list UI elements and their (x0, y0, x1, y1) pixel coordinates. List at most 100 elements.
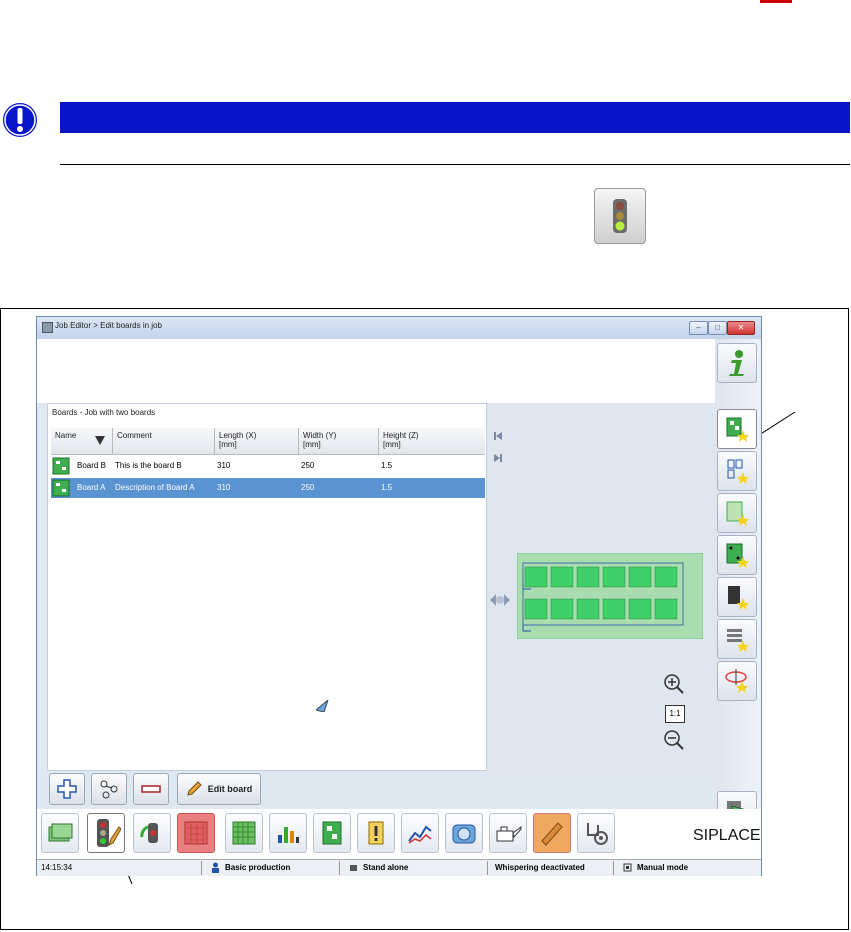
title-bar: Job Editor > Edit boards in job – □ ✕ (37, 317, 761, 339)
splitter-handle-icon[interactable] (489, 589, 511, 611)
app-icon (42, 322, 53, 333)
money-stack-button[interactable] (41, 813, 79, 853)
manual-icon (623, 863, 632, 872)
maximize-button[interactable]: □ (708, 321, 727, 335)
settings-button[interactable] (577, 813, 615, 853)
zoom-in-icon[interactable] (663, 673, 685, 695)
tool-icon (541, 822, 563, 846)
board-star-icon (726, 417, 749, 442)
status-divider (487, 861, 488, 875)
plus-icon (57, 779, 77, 799)
sort-down-icon (95, 436, 105, 445)
board-outline-button[interactable] (717, 493, 757, 533)
alarm-button[interactable] (357, 813, 395, 853)
user-icon (212, 862, 219, 873)
minus-icon (141, 785, 161, 793)
panel-preview-graphic (517, 553, 703, 639)
pencil-icon (187, 781, 202, 796)
divider-rule (60, 164, 850, 165)
oil-can-button[interactable] (489, 813, 527, 853)
link-boards-button[interactable] (91, 773, 127, 805)
board-outline-icon (726, 501, 749, 526)
rotation-button[interactable] (717, 661, 757, 701)
first-icon[interactable] (493, 431, 503, 441)
panel-layout-button[interactable] (717, 451, 757, 491)
cell-length: 310 (217, 461, 231, 470)
camera-icon (452, 824, 476, 844)
fiducial-button[interactable] (717, 535, 757, 575)
panel-layout-icon (727, 459, 749, 484)
cell-height: 1.5 (381, 461, 393, 470)
machine-icon (350, 865, 357, 871)
status-divider (201, 861, 202, 875)
status-divider (339, 861, 340, 875)
info-icon (729, 350, 744, 376)
edit-board-button[interactable]: Edit board (177, 773, 261, 805)
placement-list-button[interactable] (717, 619, 757, 659)
grid-button[interactable] (225, 813, 263, 853)
column-width-header[interactable]: Width (Y) [mm] (299, 428, 379, 454)
zoom-out-icon[interactable] (663, 729, 685, 751)
camera-button[interactable] (445, 813, 483, 853)
board-button[interactable] (313, 813, 351, 853)
info-button[interactable] (717, 343, 757, 383)
money-icon (48, 823, 73, 842)
status-manual-mode: Manual mode (637, 863, 689, 872)
status-whispering: Whispering deactivated (495, 863, 585, 872)
grid-icon (232, 821, 256, 845)
notice-bar (60, 102, 850, 133)
refresh-button[interactable] (133, 813, 171, 853)
pcb-view-button[interactable] (177, 813, 215, 853)
status-time: 14:15:34 (41, 863, 73, 872)
add-board-button[interactable] (49, 773, 85, 805)
alarm-icon (368, 821, 384, 845)
board-icon (322, 821, 342, 845)
close-button[interactable]: ✕ (727, 321, 755, 335)
table-row[interactable]: Board A Description of Board A 310 250 1… (51, 478, 485, 498)
traffic-light-edit-icon (97, 819, 121, 847)
job-editor-button[interactable] (87, 813, 125, 853)
column-name-header[interactable]: Name (51, 428, 113, 454)
last-icon[interactable] (493, 453, 503, 463)
cell-height: 1.5 (381, 483, 393, 492)
hand-gear-icon (587, 823, 608, 845)
cell-width: 250 (301, 461, 315, 470)
board-icon (52, 457, 70, 475)
nodes-icon (100, 780, 118, 799)
brand-logo: SIPLACE (693, 827, 761, 844)
cell-width: 250 (301, 483, 315, 492)
column-height-header[interactable]: Height (Z) [mm] (379, 428, 485, 454)
board-preview: 1:1 (487, 403, 715, 771)
table-row[interactable]: Board B This is the board B 310 250 1.5 (51, 456, 485, 476)
window-title: Job Editor > Edit boards in job (55, 321, 162, 330)
board-edit-button[interactable] (717, 409, 757, 449)
bar-chart-icon (278, 827, 299, 843)
component-button[interactable] (717, 577, 757, 617)
bar-chart-button[interactable] (269, 813, 307, 853)
status-production-mode: Basic production (225, 863, 291, 872)
minimize-button[interactable]: – (689, 321, 708, 335)
zoom-reset-button[interactable]: 1:1 (665, 705, 685, 723)
pcb-icon (184, 821, 208, 845)
component-icon (728, 586, 749, 610)
trend-button[interactable] (401, 813, 439, 853)
rotation-icon (725, 669, 748, 693)
remove-board-button[interactable] (133, 773, 169, 805)
cell-length: 310 (217, 483, 231, 492)
boards-panel: Boards - Job with two boards Name Commen… (47, 403, 487, 771)
cell-name: Board B (77, 461, 106, 470)
status-divider (613, 861, 614, 875)
red-marker (760, 0, 792, 3)
cursor-icon (316, 700, 329, 712)
info-area (37, 339, 715, 403)
column-length-header[interactable]: Length (X) [mm] (215, 428, 299, 454)
warning-icon (0, 100, 40, 140)
setup-button[interactable] (533, 813, 571, 853)
action-bar: Edit board (47, 771, 715, 807)
cell-comment: Description of Board A (115, 483, 195, 492)
right-toolbar (715, 339, 761, 839)
traffic-light-icon (594, 188, 646, 244)
oil-can-icon (496, 826, 522, 842)
column-comment-header[interactable]: Comment (113, 428, 215, 454)
panel-title: Boards - Job with two boards (52, 408, 156, 417)
